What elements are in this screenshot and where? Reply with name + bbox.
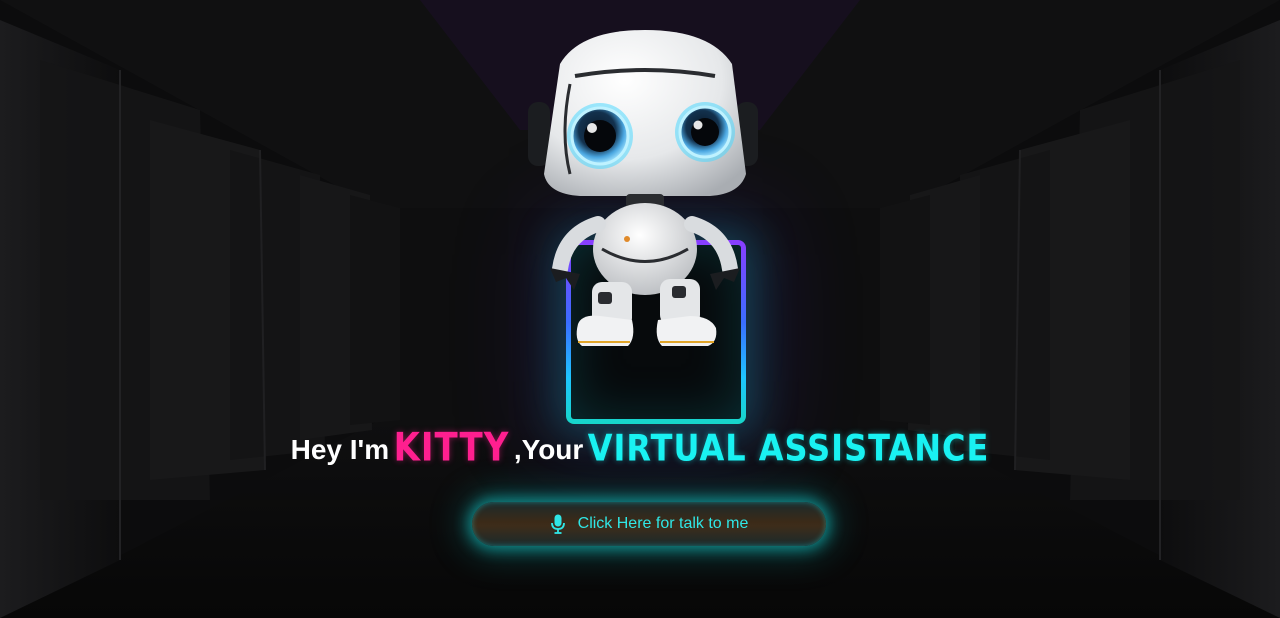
connector-text: ,Your — [513, 434, 584, 465]
greeting-text: Hey I'm — [290, 434, 390, 465]
talk-button-label: Click Here for talk to me — [577, 515, 749, 532]
hero-headline: Hey I'm KITTY ,Your VIRTUAL ASSISTANCE — [0, 425, 1280, 471]
assistant-role: VIRTUAL ASSISTANCE — [587, 426, 990, 470]
robot-mascot-illustration — [528, 30, 758, 346]
microphone-icon — [550, 514, 566, 534]
talk-to-me-button[interactable]: Click Here for talk to me — [472, 502, 826, 546]
assistant-name: KITTY — [393, 425, 510, 471]
hero-stage: Hey I'm KITTY ,Your VIRTUAL ASSISTANCE C… — [0, 0, 1280, 618]
